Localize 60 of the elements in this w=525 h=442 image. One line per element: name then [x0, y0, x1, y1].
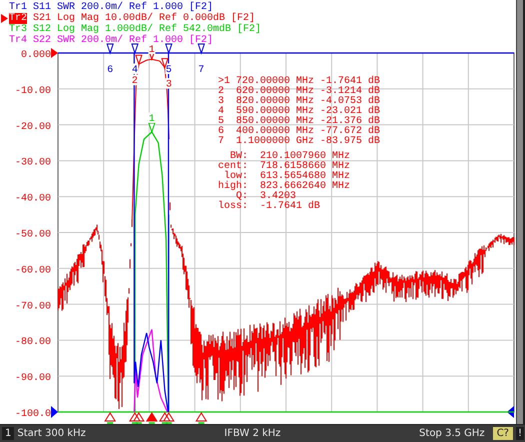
marker-number: 2 — [218, 87, 226, 97]
y-tick-label: -90.00 — [14, 373, 51, 384]
marker-number: 3 — [218, 97, 226, 107]
trace-settings: S22 SWR 200.0m/ Ref 1.000 [F2] — [33, 35, 214, 46]
marker-value: -1.7641 dB — [320, 77, 380, 87]
statistic-label: low: — [224, 172, 248, 182]
marker-value: -3.1214 dB — [320, 87, 380, 97]
marker-number: >1 — [218, 77, 230, 87]
statistic-value: 3.4203 — [260, 192, 296, 202]
calibration-status[interactable]: C? — [492, 427, 513, 440]
marker-value: -21.376 dB — [320, 117, 380, 127]
y-tick-label: -70.00 — [14, 301, 51, 312]
marker-number: 5 — [218, 117, 226, 127]
trace-label[interactable]: Tr1 — [9, 2, 28, 13]
marker-number: 6 — [218, 127, 226, 137]
y-tick-label: -10.00 — [14, 86, 51, 97]
marker-value: -23.021 dB — [320, 107, 380, 117]
statistic-value: 613.5654680 MHz — [260, 172, 352, 182]
statistic-value: 823.6662640 MHz — [260, 182, 352, 192]
channel-number[interactable]: 1 — [2, 427, 14, 440]
marker-value: -4.0753 dB — [320, 97, 380, 107]
marker-frequency: 620.00000 MHz — [236, 87, 314, 97]
y-tick-label: -100.0 — [14, 409, 51, 420]
marker-frequency: 820.00000 MHz — [236, 97, 314, 107]
y-tick-label: -60.00 — [14, 265, 51, 276]
reference-left-icon — [51, 406, 58, 418]
marker-frequency: 720.00000 MHz — [236, 77, 314, 87]
trace-settings: S21 Log Mag 10.00dB/ Ref 0.000dB [F2] — [33, 13, 256, 24]
statistic-label: high: — [218, 182, 248, 192]
reference-level-icon — [51, 48, 58, 58]
y-tick-label: -40.00 — [14, 194, 51, 205]
statistic-value: -1.7641 dB — [260, 202, 322, 212]
trace-settings: S12 Log Mag 1.000dB/ Ref 542.0mdB [F2] — [33, 24, 262, 35]
start-frequency: Start 300 kHz — [17, 428, 86, 439]
marker-number: 4 — [218, 107, 226, 117]
statistic-label: BW: — [230, 152, 248, 162]
trace-settings: S11 SWR 200.0m/ Ref 1.000 [F2] — [33, 2, 214, 13]
statistic-value: 718.6158660 MHz — [260, 162, 352, 172]
statistic-label: Q: — [236, 192, 248, 202]
alert-indicator[interactable]: ! — [516, 427, 524, 440]
marker-frequency: 850.00000 MHz — [236, 117, 314, 127]
y-tick-label: -80.00 — [14, 337, 51, 348]
reference-right-icon — [507, 406, 514, 418]
y-tick-label: -30.00 — [14, 158, 51, 169]
statistic-label: cent: — [218, 162, 248, 172]
ifbw-setting: IFBW 2 kHz — [223, 428, 282, 439]
marker-frequency: 1.1000000 GHz — [236, 137, 314, 147]
marker-number: 7 — [218, 137, 226, 147]
marker-value: -83.975 dB — [320, 137, 380, 147]
y-tick-label: -50.00 — [14, 230, 51, 240]
marker-flag[interactable]: 6 — [106, 44, 114, 76]
marker-frequency: 590.00000 MHz — [236, 107, 314, 117]
y-tick-label: 0.000 — [20, 50, 51, 61]
marker-frequency: 400.00000 MHz — [236, 127, 314, 137]
statistic-label: loss: — [218, 202, 248, 212]
stop-frequency: Stop 3.5 GHz — [419, 428, 485, 439]
marker-flag[interactable]: 7 — [198, 44, 205, 76]
y-tick-label: -20.00 — [14, 122, 51, 133]
marker-value: -77.672 dB — [320, 127, 380, 137]
statistic-value: 210.1007960 MHz — [260, 152, 352, 162]
